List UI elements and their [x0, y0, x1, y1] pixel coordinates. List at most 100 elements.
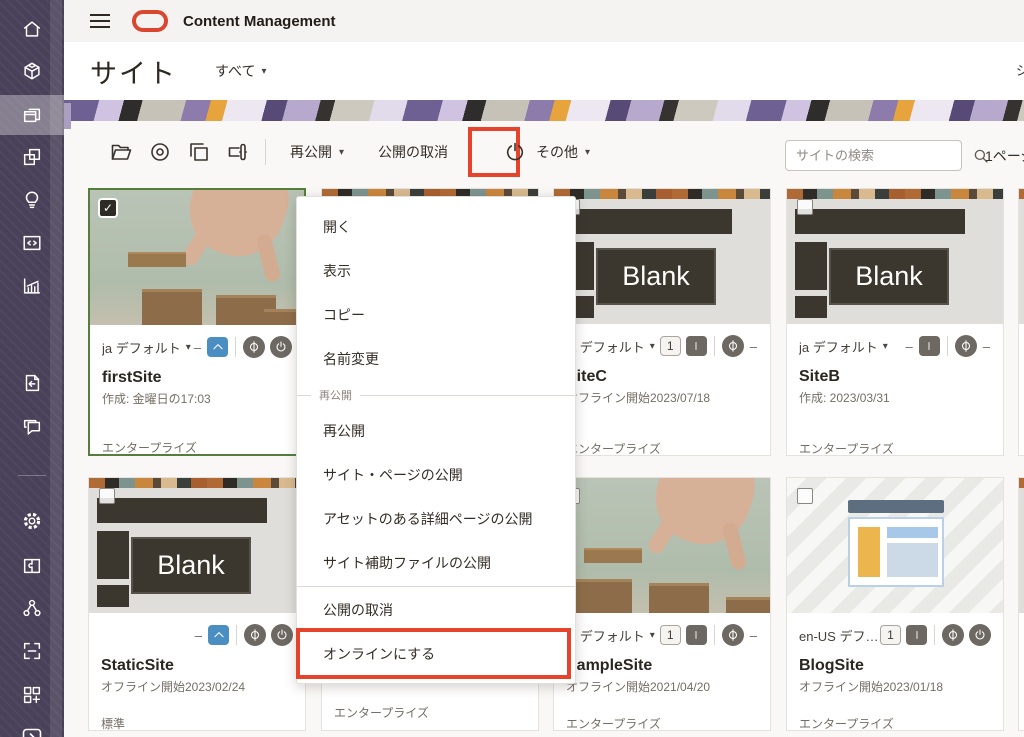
puzzle-icon — [21, 555, 43, 577]
draft-icon[interactable] — [686, 336, 707, 356]
offline-status-icon[interactable] — [722, 335, 744, 357]
copy-button[interactable] — [184, 137, 214, 167]
rename-button[interactable] — [223, 137, 253, 167]
pagination-label: 1ページ — [985, 146, 1024, 166]
draft-icon[interactable] — [686, 625, 707, 645]
menu-item-copy[interactable]: コピー — [297, 293, 575, 337]
select-checkbox[interactable]: ✓ — [100, 200, 116, 216]
filter-label: すべて — [215, 61, 255, 81]
site-search — [785, 140, 962, 171]
site-card-firstsite[interactable]: ✓ ja デフォルト▾ – firstSite 作成: 金曜日の17:03 エン… — [88, 188, 306, 456]
sidebar-item-integrations[interactable] — [0, 546, 64, 586]
icon-divider — [236, 625, 237, 645]
online-status-icon[interactable] — [271, 624, 293, 646]
cube-icon — [21, 60, 43, 82]
site-type: 標準 — [101, 715, 125, 732]
sidebar-item-components[interactable] — [0, 137, 64, 177]
site-card-staticsite[interactable]: Blank – StaticSite オフライン開始2023/02/24 標準 — [88, 477, 306, 731]
view-button[interactable] — [145, 137, 175, 167]
update-count-badge[interactable]: 1 — [660, 336, 681, 356]
language-selector[interactable]: ja デフォルト▾ — [799, 337, 888, 356]
sidebar-item-analytics[interactable] — [0, 266, 64, 306]
menu-item-publish-site-pages[interactable]: サイト・ページの公開 — [297, 453, 575, 497]
sidebar-item-expand[interactable] — [0, 718, 64, 737]
menu-item-republish[interactable]: 再公開 — [297, 409, 575, 453]
published-icon[interactable] — [207, 337, 228, 357]
published-icon[interactable] — [208, 625, 229, 645]
offline-status-icon[interactable] — [955, 335, 977, 357]
site-card-samplesite[interactable]: ja デフォルト▾ 1 – SampleSite オフライン開始2021/04/… — [553, 477, 771, 731]
menu-item-view[interactable]: 表示 — [297, 249, 575, 293]
menu-item-unpublish[interactable]: 公開の取消 — [297, 588, 575, 632]
hamburger-menu-icon[interactable] — [90, 14, 110, 28]
unpublish-label: 公開の取消 — [378, 142, 448, 162]
sidebar-item-assets[interactable] — [0, 51, 64, 91]
sidebar-item-conversations[interactable] — [0, 408, 64, 448]
update-count-badge[interactable]: 1 — [880, 625, 901, 645]
chevron-down-icon: ▾ — [186, 342, 191, 353]
more-dropdown[interactable]: その他 ▾ — [526, 136, 600, 168]
language-selector[interactable]: en-US デフ…▾ — [799, 626, 880, 645]
sidebar-item-documents[interactable] — [0, 363, 64, 403]
power-icon — [503, 140, 527, 164]
menu-item-publish-aux-files[interactable]: サイト補助ファイルの公開 — [297, 541, 575, 585]
select-checkbox[interactable] — [797, 199, 813, 215]
menu-item-publish-detail-pages[interactable]: アセットのある詳細ページの公開 — [297, 497, 575, 541]
site-card-blogsite[interactable]: en-US デフ…▾ 1 BlogSite オフライン開始2023/01/18 … — [786, 477, 1004, 731]
sidebar-item-settings[interactable] — [0, 501, 64, 541]
active-nav-nub — [64, 103, 71, 129]
chat-icon — [21, 417, 43, 439]
sidebar-item-capture[interactable] — [0, 631, 64, 671]
sidebar-item-share[interactable] — [0, 588, 64, 628]
sidebar-item-home[interactable] — [0, 9, 64, 49]
sidebar-item-ideas[interactable] — [0, 180, 64, 220]
placeholder-dash: – — [749, 628, 758, 643]
chevron-right-icon — [20, 726, 44, 737]
language-selector[interactable]: ja デフォルト▾ — [566, 626, 655, 645]
menu-item-rename[interactable]: 名前変更 — [297, 337, 575, 381]
online-status-icon[interactable] — [270, 336, 292, 358]
site-title: StaticSite — [101, 657, 293, 675]
sites-toolbar: 再公開 ▾ 公開の取消 その他 ▾ 1ページ — [64, 121, 1024, 183]
offline-status-icon[interactable] — [243, 336, 265, 358]
sidebar-item-apps[interactable] — [0, 675, 64, 715]
site-title: SampleSite — [566, 657, 758, 675]
offline-status-icon[interactable] — [942, 624, 964, 646]
draft-icon[interactable] — [906, 625, 927, 645]
language-selector[interactable]: ja デフォルト▾ — [566, 337, 655, 356]
page-title: サイト — [90, 52, 177, 91]
site-card-edge[interactable] — [1018, 188, 1024, 456]
site-card-edge2[interactable] — [1018, 477, 1024, 731]
language-selector[interactable]: ja デフォルト▾ — [102, 338, 191, 357]
offline-status-icon[interactable] — [244, 624, 266, 646]
take-online-label: オンラインにする — [323, 644, 435, 664]
select-checkbox[interactable] — [99, 488, 115, 504]
site-card-siteb[interactable]: Blank ja デフォルト▾ – – SiteB 作成: 2023/03/31… — [786, 188, 1004, 456]
capture-icon — [21, 640, 43, 662]
chevron-down-icon: ▾ — [261, 66, 266, 77]
site-subtitle: 作成: 金曜日の17:03 — [102, 390, 292, 407]
select-checkbox[interactable] — [797, 488, 813, 504]
menu-item-take-online[interactable]: オンラインにする — [297, 632, 575, 676]
search-input[interactable] — [796, 148, 972, 163]
offline-status-icon[interactable] — [722, 624, 744, 646]
app-header: Content Management — [64, 0, 1024, 42]
republish-dropdown[interactable]: 再公開 ▾ — [280, 136, 354, 168]
draft-icon[interactable] — [919, 336, 940, 356]
filter-dropdown[interactable]: すべて ▾ — [215, 61, 267, 81]
site-thumbnail: Blank — [554, 189, 770, 324]
update-count-badge[interactable]: 1 — [660, 625, 681, 645]
unpublish-button[interactable]: 公開の取消 — [368, 136, 458, 168]
sidebar-item-sites[interactable] — [0, 94, 64, 134]
icon-divider — [714, 336, 715, 356]
sidebar-item-developer[interactable] — [0, 223, 64, 263]
toolbar-divider — [265, 139, 266, 165]
site-card-sitec[interactable]: Blank ja デフォルト▾ 1 – SiteC オフライン開始2023/07… — [553, 188, 771, 456]
open-folder-button[interactable] — [106, 137, 136, 167]
take-online-button[interactable] — [503, 137, 527, 167]
more-label: その他 — [536, 142, 578, 162]
online-status-icon[interactable] — [969, 624, 991, 646]
eye-icon — [148, 140, 172, 164]
menu-item-open[interactable]: 開く — [297, 205, 575, 249]
rename-cursor-icon — [226, 140, 250, 164]
